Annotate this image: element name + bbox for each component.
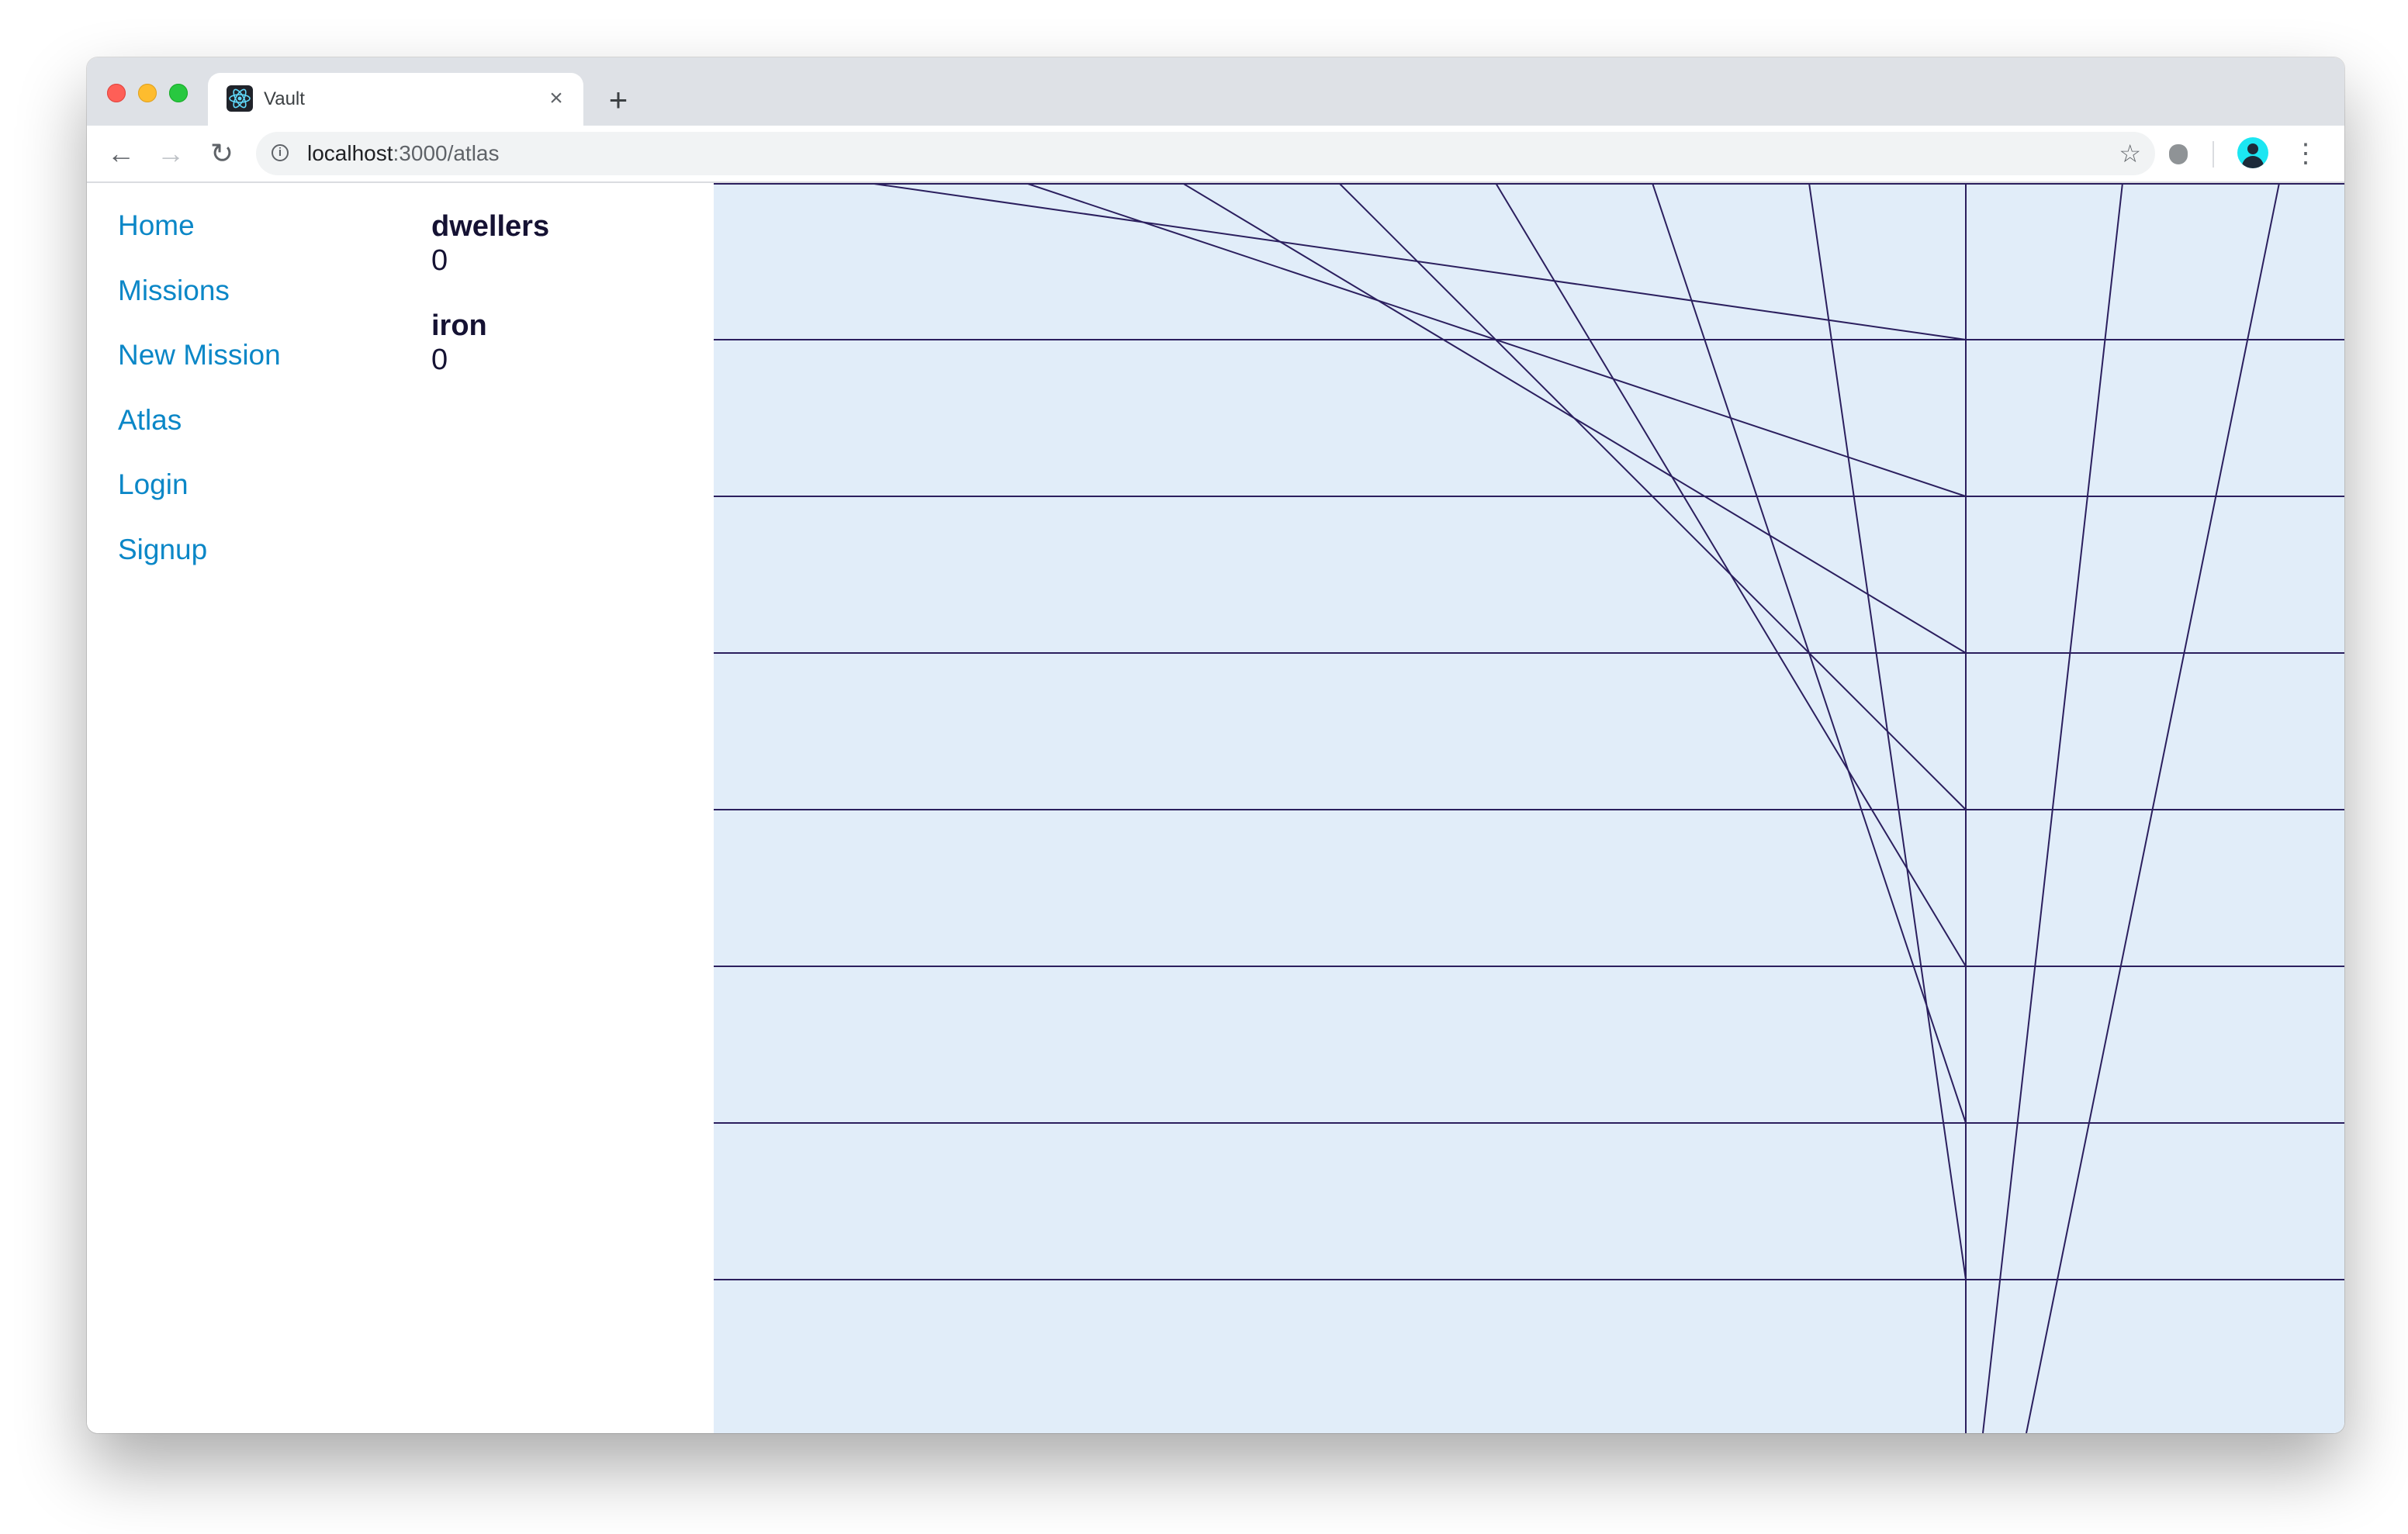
atlas-string-line [2026, 183, 2280, 1433]
nav-link-new-mission[interactable]: New Mission [118, 339, 374, 371]
atlas-string-line [1495, 183, 1967, 967]
url-host: localhost [307, 141, 393, 165]
info-icon[interactable]: i [272, 144, 289, 161]
minimize-window-button[interactable] [138, 84, 157, 102]
arrow-forward-icon[interactable]: → [152, 135, 189, 172]
browser-window: Vault × + ← → ↻ i localhost:3000/atlas ☆… [87, 57, 2344, 1433]
kebab-menu-icon[interactable]: ⋮ [2287, 135, 2324, 172]
resource-dwellers: dwellers 0 [431, 209, 695, 278]
url-path: :3000/atlas [393, 141, 500, 165]
resource-name: iron [431, 309, 487, 342]
url-text[interactable]: localhost:3000/atlas [307, 132, 500, 175]
resource-value: 0 [431, 344, 448, 376]
nav-link-missions[interactable]: Missions [118, 275, 374, 307]
nav-link-login[interactable]: Login [118, 468, 374, 501]
close-window-button[interactable] [107, 84, 126, 102]
react-atom-icon [227, 85, 253, 112]
star-icon[interactable]: ☆ [2119, 132, 2141, 175]
tab-title: Vault [264, 88, 305, 109]
atlas-string-line [1808, 183, 1967, 1280]
atlas-lines [714, 183, 2344, 1433]
tab-strip: Vault × + [87, 57, 2344, 126]
sidebar-nav: Home Missions New Mission Atlas Login Si… [118, 209, 374, 598]
close-tab-icon[interactable]: × [543, 85, 569, 112]
tab-vault[interactable]: Vault × [208, 73, 583, 126]
atlas-string-line [1982, 183, 2123, 1433]
resource-name: dwellers [431, 210, 550, 243]
address-bar[interactable]: i localhost:3000/atlas ☆ [256, 132, 2155, 175]
arrow-back-icon[interactable]: ← [102, 135, 140, 172]
bug-extension-icon[interactable] [2169, 144, 2188, 164]
atlas-canvas[interactable] [714, 183, 2344, 1433]
avatar-icon[interactable] [2237, 137, 2268, 168]
resource-value: 0 [431, 244, 448, 277]
nav-link-home[interactable]: Home [118, 209, 374, 242]
reload-icon[interactable]: ↻ [203, 135, 240, 172]
resource-iron: iron 0 [431, 309, 695, 377]
new-tab-button[interactable]: + [599, 81, 638, 119]
browser-toolbar: ← → ↻ i localhost:3000/atlas ☆ ⋮ [87, 126, 2344, 183]
toolbar-divider [2213, 141, 2214, 168]
maximize-window-button[interactable] [169, 84, 188, 102]
resource-panel: dwellers 0 iron 0 [431, 209, 695, 408]
page-content: Home Missions New Mission Atlas Login Si… [87, 183, 2344, 1433]
nav-link-signup[interactable]: Signup [118, 534, 374, 566]
nav-link-atlas[interactable]: Atlas [118, 404, 374, 437]
